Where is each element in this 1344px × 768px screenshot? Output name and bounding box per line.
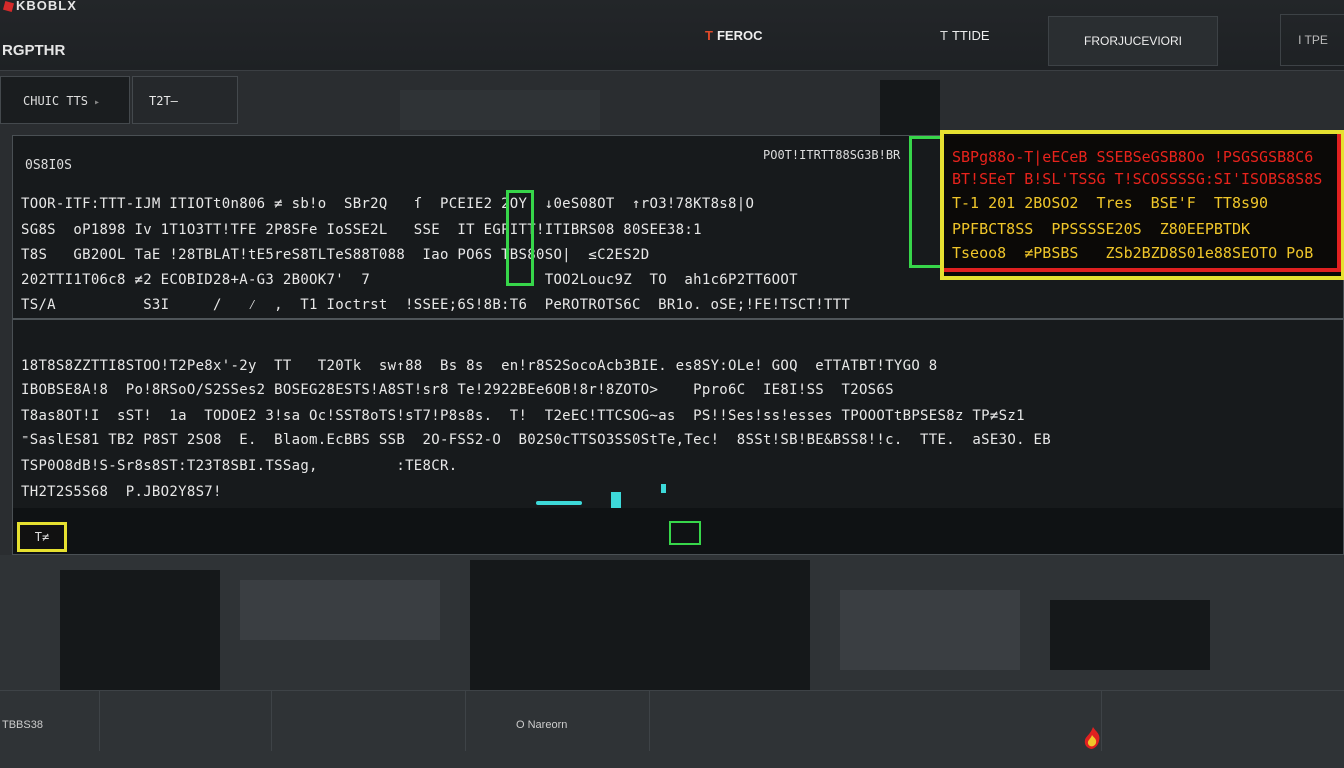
- top-bar: KBOBLX RGPTHR T FEROC T TTIDE FRORJUCEVIOR…: [0, 0, 1344, 71]
- tab-marker-icon: T: [705, 28, 713, 43]
- highlighted-log-block: SBPg88o-T|eECeB SSEBSeGSB8Oo !PSGSGSB8C6…: [940, 130, 1344, 280]
- tab-label: FEROC: [716, 28, 763, 43]
- log-line: IBOBSE8A!8 Po!8RSoO/S2SSes2 BOSEG28ESTS!…: [21, 382, 894, 398]
- hotbar: TBBS38 O Nareorn: [0, 690, 1344, 751]
- highlight-line: SBPg88o-T|eECeB SSEBSeGSB8Oo !PSGSGSB8C6: [952, 148, 1314, 166]
- log-line: ⁼SaslES81 TB2 P8ST 2SO8 E. Blaom.EcBBS S…: [21, 432, 1051, 448]
- panel-header-right: PO0T!ITRTT88SG3B!BR: [763, 148, 901, 162]
- channel-dropdown[interactable]: CHUIC TTS ▸: [0, 76, 130, 124]
- tab-extra[interactable]: I TPE: [1280, 14, 1344, 66]
- logo-icon: [2, 0, 15, 13]
- hotbar-slot[interactable]: [272, 691, 466, 751]
- hotbar-label: TBBS38: [2, 719, 43, 731]
- tab-ttide[interactable]: T TTIDE: [940, 28, 990, 43]
- app-title: RGPTHR: [2, 42, 66, 59]
- dropdown-label: CHUIC TTS: [23, 94, 89, 108]
- log-line: TH2T2S5S68 P.JBO2Y8S7!: [21, 484, 222, 500]
- hotbar-label: O Nareorn: [516, 719, 568, 731]
- submit-button[interactable]: T≠: [17, 522, 67, 552]
- log-line: TS/A S3I / ⁄ , T1 Ioctrst !SSEE;6S!8B:T6…: [21, 297, 851, 313]
- indicator-dot: [661, 484, 666, 493]
- chevron-right-icon: ▸: [94, 97, 101, 108]
- sub-toolbar: CHUIC TTS ▸ T2T—: [0, 76, 240, 126]
- highlight-line: Tseoo8 ≠PBSBS ZSb2BZD8S01e88SEOTO PoB: [952, 244, 1314, 262]
- log-line: TOOR-ITF:TTT-IJM ITIOTt0n806 ≠ sb!o SBr2…: [21, 196, 755, 212]
- selection-marker: [909, 136, 943, 268]
- sub-field[interactable]: T2T—: [132, 76, 238, 124]
- tab-active[interactable]: FRORJUCEVIORI: [1048, 16, 1218, 66]
- indicator-block: [611, 492, 621, 508]
- flame-icon: [1084, 727, 1100, 749]
- tab-feroc[interactable]: T FEROC: [705, 28, 762, 43]
- console-panel: 0S8I0S PO0T!ITRTT88SG3B!BR TOOR-ITF:TTT-…: [12, 130, 1344, 555]
- hotbar-slot[interactable]: [650, 691, 1102, 751]
- log-line: 18T8S8ZZTTI8STOO!T2Pe8x'-2y TT T20Tk sw↑…: [21, 358, 938, 374]
- log-line: T8as8OT!I sST! 1a TODOE2 3!sa Oc!SST8oTS…: [21, 408, 1025, 424]
- highlight-line: T-1 201 2BOSO2 Tres BSE'F TT8s90: [952, 194, 1269, 212]
- tab-label: TTIDE: [951, 28, 990, 43]
- hotbar-slot[interactable]: [100, 691, 272, 751]
- highlight-line: PPFBCT8SS PPSSSSE20S Z80EEPBTDK: [952, 220, 1251, 238]
- tab-marker-icon: T: [940, 28, 948, 43]
- submit-button-label: T≠: [34, 530, 50, 544]
- panel-title: 0S8I0S: [25, 158, 72, 173]
- divider: [13, 318, 1343, 320]
- log-line: T8S GB20OL TaE !28TBLAT!tE5reS8TLTeS88T0…: [21, 247, 650, 263]
- log-line: TSP0O8dB!S-Sr8s8ST:T23T8SBI.TSSag, :TE8C…: [21, 458, 458, 474]
- highlight-line: BT!SEeT B!SL'TSSG T!SCOSSSSG:SI'ISOBS8S8…: [952, 170, 1323, 188]
- log-line: 202TTI1T06c8 ≠2 ECOBID28+A-G3 2B0OK7' 7 …: [21, 272, 798, 288]
- logo-text: KBOBLX: [16, 0, 77, 13]
- target-marker: [669, 521, 701, 545]
- selection-marker: [506, 190, 534, 286]
- indicator-bar: [536, 501, 582, 505]
- log-line: SG8S oP1898 Iv 1T1O3TT!TFE 2P8SFe IoSSE2…: [21, 222, 702, 238]
